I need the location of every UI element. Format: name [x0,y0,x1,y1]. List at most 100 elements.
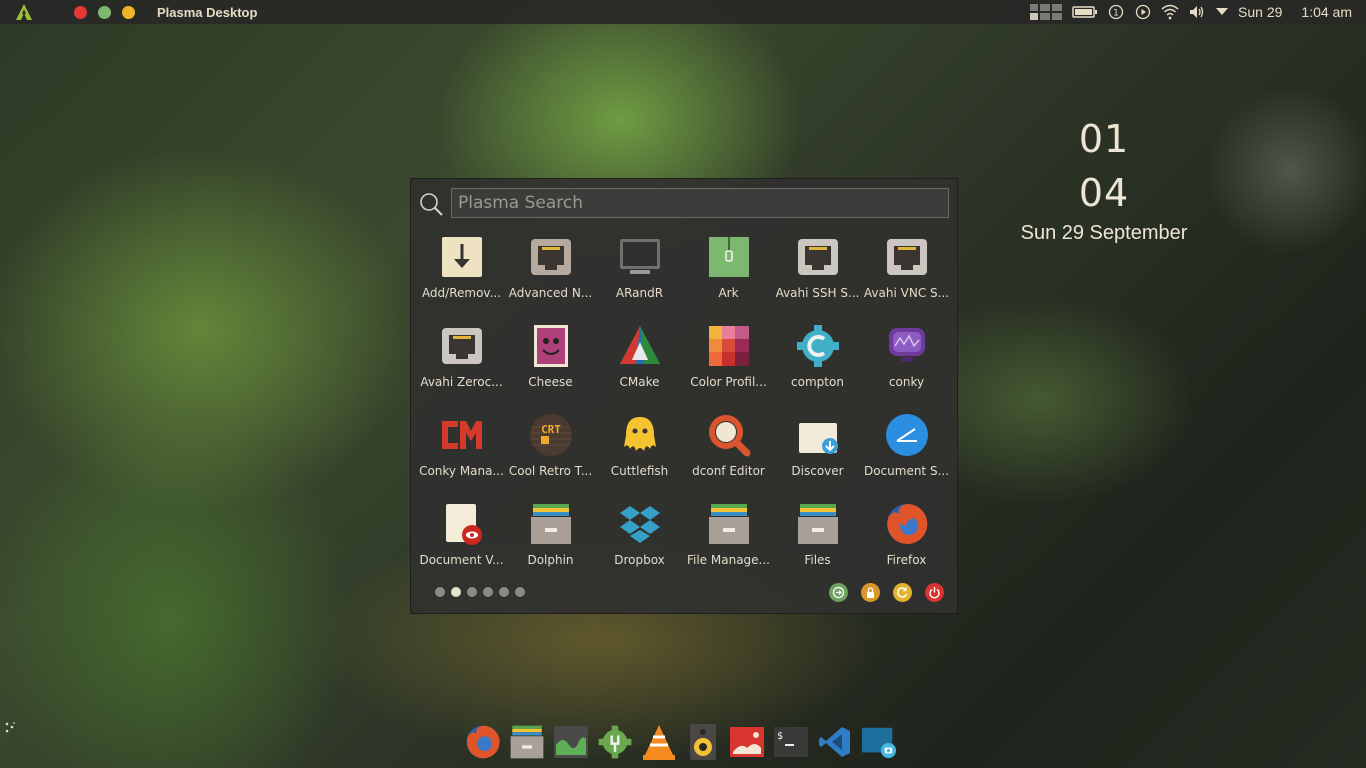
dock-file-cabinet-icon[interactable] [509,722,545,762]
app-avahi-vnc[interactable]: Avahi VNC S... [862,231,951,320]
crt-icon: CRT [529,413,573,457]
app-cheese[interactable]: Cheese [506,320,595,409]
pager-icon[interactable] [1029,4,1063,20]
media-player-icon[interactable] [1134,4,1152,20]
app-avahi-ssh[interactable]: Avahi SSH S... [773,231,862,320]
battery-icon[interactable] [1072,4,1098,20]
app-label: conky [888,375,925,389]
app-dolphin[interactable]: Dolphin [506,498,595,587]
lock-icon[interactable] [861,583,880,602]
cheese-face-icon [529,324,573,368]
dock-vlc-cone-icon[interactable] [641,722,677,762]
app-files[interactable]: Files [773,498,862,587]
tray-expand-icon[interactable] [1215,4,1229,20]
app-conky[interactable]: conky [862,320,951,409]
firefox-icon [885,502,929,546]
app-conky-manager[interactable]: Conky Mana... [417,409,506,498]
page-dot[interactable] [499,587,509,597]
dock: $ [465,722,897,766]
app-dconf-editor[interactable]: dconf Editor [684,409,773,498]
notifications-icon[interactable]: 1 [1107,4,1125,20]
session-actions [829,583,944,602]
logout-icon[interactable] [829,583,848,602]
app-label: File Manage... [686,553,770,567]
close-window-button[interactable] [74,5,87,19]
app-label: compton [791,375,844,389]
app-label: Discover [791,464,844,478]
app-arandr[interactable]: ARandR [595,231,684,320]
dock-terminal-icon[interactable]: $ [773,722,809,762]
app-add-remove-software[interactable]: Add/Remov... [417,231,506,320]
app-discover[interactable]: Discover [773,409,862,498]
clock-date: Sun 29 September [1020,222,1188,244]
window-title: Plasma Desktop [157,4,258,20]
search-icon [419,190,445,216]
conky-monitor-icon [885,324,929,368]
app-label: Add/Remov... [421,286,502,300]
app-label: Avahi VNC S... [863,286,950,300]
page-dot[interactable] [467,587,477,597]
app-label: Document S... [863,464,950,478]
svg-text:CRT: CRT [541,423,561,436]
page-dot[interactable] [515,587,525,597]
app-color-profile[interactable]: Color Profil... [684,320,773,409]
app-label: Ark [718,286,739,300]
app-firefox[interactable]: Firefox [862,498,951,587]
app-dropbox[interactable]: Dropbox [595,498,684,587]
shutdown-icon[interactable] [925,583,944,602]
app-label: Avahi Zeroc... [420,375,503,389]
volume-icon[interactable] [1188,4,1206,20]
search-row [419,187,949,219]
shopping-bag-icon [796,413,840,457]
top-panel: Plasma Desktop 1 Sun 29 1:04 am [0,0,1366,24]
svg-text:$: $ [777,731,783,742]
restart-icon[interactable] [893,583,912,602]
monitor-icon [618,235,662,279]
download-box-icon [440,235,484,279]
app-label: Firefox [886,553,927,567]
app-label: Avahi SSH S... [775,286,860,300]
app-document-scanner[interactable]: Document S... [862,409,951,498]
app-file-manager[interactable]: File Manage... [684,498,773,587]
page-dot[interactable] [483,587,493,597]
dock-vscode-icon[interactable] [817,722,853,762]
wifi-icon[interactable] [1161,4,1179,20]
page-dot-active[interactable] [451,587,461,597]
app-advanced-network[interactable]: Advanced N... [506,231,595,320]
dock-speaker-icon[interactable] [685,722,721,762]
maximize-window-button[interactable] [98,5,111,19]
app-label: Files [804,553,831,567]
dock-system-monitor-icon[interactable] [553,722,589,762]
document-viewer-icon [440,502,484,546]
application-launcher: Add/Remov... Advanced N... ARandR Ark Av… [410,178,958,614]
panel-time[interactable]: 1:04 am [1301,4,1352,20]
app-cool-retro-term[interactable]: CRT Cool Retro T... [506,409,595,498]
desktop-toolbox-icon[interactable] [3,720,19,736]
app-avahi-zeroconf[interactable]: Avahi Zeroc... [417,320,506,409]
panel-date[interactable]: Sun 29 [1238,4,1282,20]
app-label: Cool Retro T... [508,464,593,478]
clock-minutes: 04 [1078,171,1130,215]
app-document-viewer[interactable]: Document V... [417,498,506,587]
page-dot[interactable] [435,587,445,597]
minimize-window-button[interactable] [122,5,135,19]
app-label: ARandR [615,286,664,300]
app-ark[interactable]: Ark [684,231,773,320]
file-cabinet-icon [707,502,751,546]
dropbox-icon [618,502,662,546]
dock-settings-gear-icon[interactable] [597,722,633,762]
app-label: CMake [619,375,660,389]
dock-firefox-icon[interactable] [465,722,501,762]
app-cmake[interactable]: CMake [595,320,684,409]
dock-screenshot-icon[interactable] [861,722,897,762]
archive-icon [707,235,751,279]
app-cuttlefish[interactable]: Cuttlefish [595,409,684,498]
plasma-search-input[interactable] [451,188,949,218]
dock-image-viewer-icon[interactable] [729,722,765,762]
gear-c-icon [796,324,840,368]
app-compton[interactable]: compton [773,320,862,409]
app-menu-logo-icon[interactable] [15,3,33,21]
cm-logo-icon [440,413,484,457]
file-cabinet-icon [796,502,840,546]
app-label: Conky Mana... [419,464,504,478]
